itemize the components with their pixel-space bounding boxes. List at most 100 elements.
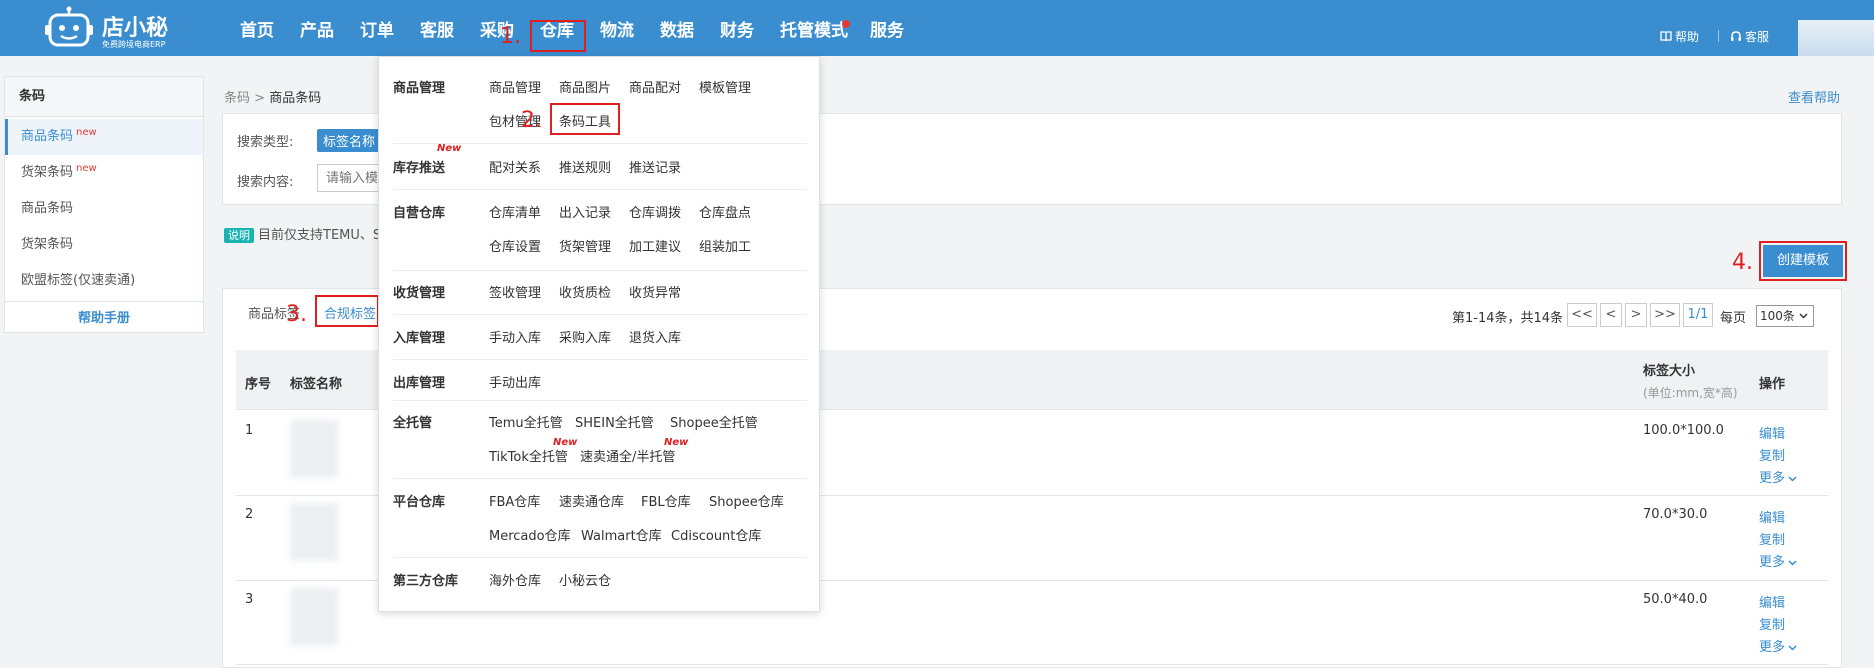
row-2-edit-link[interactable]: 编辑 [1759, 507, 1785, 526]
sidebar-help-manual[interactable]: 帮助手册 [5, 301, 203, 335]
per-page-select[interactable]: 100条 [1756, 305, 1814, 327]
dd-separator [393, 400, 807, 401]
row-1-more-link[interactable]: 更多 [1759, 467, 1797, 486]
sidebar-item-product-barcode-new[interactable]: 商品条码 new [5, 119, 203, 155]
dd-item-aliexpress-managed[interactable]: 速卖通全/半托管 [580, 446, 675, 465]
new-badge: new [76, 127, 97, 138]
pager-first-button[interactable]: << [1567, 303, 1597, 327]
dd-item-template-mgmt[interactable]: 模板管理 [699, 77, 751, 96]
col-header-size: 标签大小 [1643, 364, 1696, 379]
row-1-edit-link[interactable]: 编辑 [1759, 423, 1785, 442]
sidebar-item-shelf-barcode-new[interactable]: 货架条码 new [5, 155, 203, 191]
dd-item-stocktake[interactable]: 仓库盘点 [699, 202, 751, 221]
annotation-box-barcode-tool [550, 103, 620, 135]
dd-item-in-out-records[interactable]: 出入记录 [559, 202, 611, 221]
nav-finance[interactable]: 财务 [720, 16, 754, 41]
breadcrumb-separator: > [254, 91, 266, 106]
row-1-size: 100.0*100.0 [1643, 423, 1724, 438]
annotation-step-2: 2. [521, 108, 542, 133]
top-navbar: 店小秘 免费跨境电商ERP 首页 产品 订单 客服 采购 仓库 物流 数据 财务… [0, 0, 1874, 56]
pager-last-button[interactable]: >> [1650, 303, 1680, 327]
dd-item-cdiscount-warehouse[interactable]: Cdiscount仓库 [671, 525, 761, 544]
dd-item-assembly[interactable]: 组装加工 [699, 236, 751, 255]
dd-item-shopee-warehouse[interactable]: Shopee仓库 [709, 491, 784, 510]
nav-customer-service[interactable]: 客服 [420, 16, 454, 41]
row-2-copy-link[interactable]: 复制 [1759, 529, 1785, 548]
dd-item-product-mgmt[interactable]: 商品管理 [489, 77, 541, 96]
dd-item-walmart-warehouse[interactable]: Walmart仓库 [581, 525, 662, 544]
row-1-copy-link[interactable]: 复制 [1759, 445, 1785, 464]
sidebar-item-eu-label[interactable]: 欧盟标签(仅速卖通) [5, 263, 203, 299]
dd-item-temu-managed[interactable]: Temu全托管 [489, 412, 563, 431]
row-2-more-link[interactable]: 更多 [1759, 551, 1797, 570]
dd-item-return-inbound[interactable]: 退货入库 [629, 327, 681, 346]
dd-item-sign-mgmt[interactable]: 签收管理 [489, 282, 541, 301]
row-3-copy-link[interactable]: 复制 [1759, 614, 1785, 633]
row-1-label-preview [290, 420, 338, 478]
new-badge: new [76, 163, 97, 174]
chevron-down-icon [1788, 645, 1797, 651]
row-3-more-link[interactable]: 更多 [1759, 636, 1797, 655]
dd-group-receiving: 收货管理 [393, 286, 446, 301]
sidebar-item-label: 商品条码 [21, 129, 74, 144]
view-help-link[interactable]: 查看帮助 [1788, 87, 1840, 106]
pager-page-indicator[interactable]: 1/1 [1683, 303, 1713, 327]
nav-managed-mode[interactable]: 托管模式 [780, 16, 848, 41]
dd-item-overseas-warehouse[interactable]: 海外仓库 [489, 570, 541, 589]
pager-prev-button[interactable]: < [1600, 303, 1622, 327]
dd-item-aliexpress-warehouse[interactable]: 速卖通仓库 [559, 491, 624, 510]
row-3-edit-link[interactable]: 编辑 [1759, 592, 1785, 611]
dd-item-mercado-warehouse[interactable]: Mercado仓库 [489, 525, 571, 544]
dd-group-third-party: 第三方仓库 [393, 574, 459, 589]
new-badge: New [664, 437, 689, 448]
dd-item-shein-managed[interactable]: SHEIN全托管 [575, 412, 654, 431]
dd-separator [393, 557, 807, 558]
pager-next-button[interactable]: > [1625, 303, 1647, 327]
dd-item-push-rules[interactable]: 推送规则 [559, 157, 611, 176]
logo[interactable]: 店小秘 免费跨境电商ERP [44, 4, 194, 52]
dd-item-product-pairing[interactable]: 商品配对 [629, 77, 681, 96]
dd-separator [393, 359, 807, 360]
dd-item-tiktok-managed[interactable]: TikTok全托管 [489, 446, 568, 465]
breadcrumb-root[interactable]: 条码 [224, 91, 250, 106]
dd-item-xiaomi-cloud[interactable]: 小秘云仓 [559, 570, 611, 589]
help-label: 帮助 [1675, 30, 1700, 44]
nav-data[interactable]: 数据 [660, 16, 694, 41]
per-page-value: 100条 [1760, 309, 1795, 323]
help-link-top[interactable]: 帮助 [1660, 28, 1699, 45]
user-avatar[interactable] [1798, 20, 1874, 56]
search-type-option-label-name[interactable]: 标签名称 [317, 129, 382, 152]
robot-logo-icon [45, 6, 93, 47]
sidebar: 条码 商品条码 new 货架条码 new 商品条码 货架条码 欧盟标签(仅速卖通) … [4, 76, 204, 333]
sidebar-item-label: 货架条码 [21, 165, 74, 180]
nav-home[interactable]: 首页 [240, 16, 274, 41]
dd-item-purchase-inbound[interactable]: 采购入库 [559, 327, 611, 346]
dd-item-fbl-warehouse[interactable]: FBL仓库 [641, 491, 691, 510]
dd-item-shopee-managed[interactable]: Shopee全托管 [670, 412, 758, 431]
nav-orders[interactable]: 订单 [360, 16, 394, 41]
dd-item-warehouse-transfer[interactable]: 仓库调拨 [629, 202, 681, 221]
dd-item-shelf-mgmt[interactable]: 货架管理 [559, 236, 611, 255]
nav-logistics[interactable]: 物流 [600, 16, 634, 41]
sidebar-item-shelf-barcode[interactable]: 货架条码 [5, 227, 203, 263]
dd-item-product-images[interactable]: 商品图片 [559, 77, 611, 96]
breadcrumb: 条码 > 商品条码 [224, 87, 321, 106]
dd-item-manual-outbound[interactable]: 手动出库 [489, 372, 541, 391]
nav-products[interactable]: 产品 [300, 16, 334, 41]
row-3-index: 3 [245, 592, 254, 607]
search-content-label: 搜索内容: [237, 175, 294, 190]
sidebar-item-product-barcode[interactable]: 商品条码 [5, 191, 203, 227]
breadcrumb-current: 商品条码 [269, 91, 322, 106]
dd-item-push-records[interactable]: 推送记录 [629, 157, 681, 176]
dd-item-receiving-exception[interactable]: 收货异常 [629, 282, 681, 301]
headset-icon [1731, 31, 1741, 41]
dd-item-pairing-relations[interactable]: 配对关系 [489, 157, 541, 176]
dd-item-processing-advice[interactable]: 加工建议 [629, 236, 681, 255]
dd-item-fba-warehouse[interactable]: FBA仓库 [489, 491, 540, 510]
dd-item-warehouse-list[interactable]: 仓库清单 [489, 202, 541, 221]
dd-item-warehouse-settings[interactable]: 仓库设置 [489, 236, 541, 255]
nav-services[interactable]: 服务 [870, 16, 904, 41]
dd-item-manual-inbound[interactable]: 手动入库 [489, 327, 541, 346]
service-link-top[interactable]: 客服 [1730, 28, 1769, 45]
dd-item-quality-check[interactable]: 收货质检 [559, 282, 611, 301]
